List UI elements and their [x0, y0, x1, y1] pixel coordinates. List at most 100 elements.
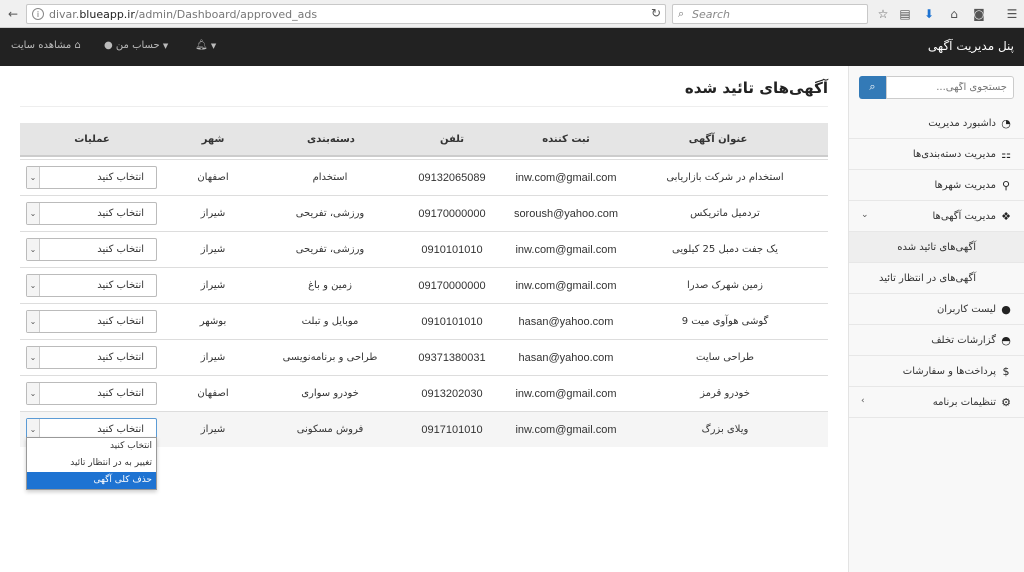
cell-category: استخدام	[312, 172, 348, 183]
chevron-down-icon: ⌄	[27, 275, 40, 296]
app-brand[interactable]: پنل مدیریت آگهی	[928, 39, 1014, 53]
cell-phone: 09170000000	[418, 208, 486, 220]
map-marker-icon: ⚲	[1001, 179, 1011, 192]
table-row: طراحی سایت hasan@yahoo.com 09371380031 طراح…	[20, 339, 828, 375]
search-button[interactable]: ⌕	[859, 76, 886, 99]
table-row: زمین شهرک صدرا inw.com@gmail.com 091700000…	[20, 267, 828, 303]
cell-category: خودرو سواری	[301, 388, 359, 399]
action-select[interactable]: ⌄ انتخاب کنید	[26, 274, 157, 297]
header-category: دسته‌بندی	[307, 134, 355, 145]
chevron-down-icon: ⌄	[27, 347, 40, 368]
sidebar-item-label: تنظیمات برنامه	[932, 397, 996, 408]
action-select-value: انتخاب کنید	[97, 244, 144, 255]
sidebar-item-reports[interactable]: ◓ گزارشات تخلف	[849, 325, 1024, 356]
dropdown-option-highlighted[interactable]: حذف کلی آگهی	[27, 472, 156, 489]
table-row: خودرو قرمز inw.com@gmail.com 0913202030 خود…	[20, 375, 828, 411]
action-select-value: انتخاب کنید	[97, 352, 144, 363]
search-icon: ⌕	[678, 7, 685, 20]
search-icon: ⌕	[869, 80, 876, 93]
home-icon[interactable]: ⌂	[945, 5, 963, 23]
header-submitter: ثبت کننده	[542, 134, 590, 145]
cell-title: زمین شهرک صدرا	[687, 280, 763, 291]
cell-city: شیراز	[200, 208, 226, 219]
cell-phone: 0910101010	[421, 316, 483, 328]
chevron-left-icon: ›	[861, 396, 865, 406]
my-account-dropdown[interactable]: ▼ حساب من ●	[104, 40, 168, 51]
cell-category: موبایل و تبلت	[301, 316, 359, 327]
sidebar-item-dashboard[interactable]: ◔ داشبورد مدیریت	[849, 108, 1024, 139]
cell-title: ویلای بزرگ	[701, 424, 749, 435]
action-select[interactable]: ⌄ انتخاب کنید	[26, 382, 157, 405]
cell-title: طراحی سایت	[696, 352, 754, 363]
sidebar-item-label: مدیریت آگهی‌ها	[932, 211, 997, 222]
sidebar-item-ads[interactable]: ❖ مدیریت آگهی‌ها ⌄	[849, 201, 1024, 232]
user-icon: ●	[1001, 303, 1011, 316]
cell-submitter: hasan@yahoo.com	[518, 316, 614, 328]
chevron-down-icon: ⌄	[27, 383, 40, 404]
sidebar-item-label: گزارشات تخلف	[931, 335, 996, 346]
notifications-dropdown[interactable]: ▼ 🔔︎	[195, 40, 216, 51]
reload-icon[interactable]: ↻	[651, 6, 661, 20]
sidebar-item-categories[interactable]: ⚏ مدیریت دسته‌بندی‌ها	[849, 139, 1024, 170]
cell-phone: 09371380031	[418, 352, 486, 364]
chevron-down-icon: ⌄	[27, 203, 40, 224]
cell-city: اصفهان	[197, 172, 229, 183]
sidebar-item-label: مدیریت دسته‌بندی‌ها	[912, 149, 996, 160]
action-select-value: انتخاب کنید	[97, 424, 144, 435]
sidebar-item-payments[interactable]: $ پرداخت‌ها و سفارشات	[849, 356, 1024, 387]
view-site-label: مشاهده سایت	[11, 40, 72, 51]
chevron-down-icon: ⌄	[861, 210, 869, 220]
chevron-down-icon: ⌄	[27, 311, 40, 332]
dropdown-option[interactable]: تغییر به در انتظار تائید	[27, 455, 156, 472]
browser-toolbar: ← i divar.blueapp.ir/admin/Dashboard/app…	[0, 0, 1024, 28]
bookmark-star-icon[interactable]: ☆	[874, 5, 892, 23]
browser-search-box[interactable]: ⌕ Search	[672, 4, 868, 24]
info-icon[interactable]: i	[32, 8, 44, 20]
header-title: عنوان آگهی	[688, 134, 748, 145]
address-bar[interactable]: i divar.blueapp.ir/admin/Dashboard/appro…	[26, 4, 666, 24]
cell-phone: 0913202030	[421, 388, 483, 400]
cell-title: استخدام در شرکت بازاریابی	[666, 172, 784, 183]
sidebar-search: ⌕	[859, 76, 1014, 99]
action-select[interactable]: ⌄ انتخاب کنید	[26, 346, 157, 369]
cell-submitter: inw.com@gmail.com	[515, 388, 617, 400]
back-icon[interactable]: ←	[4, 5, 22, 23]
app-top-navbar: پنل مدیریت آگهی ⌂ مشاهده سایت ▼ حساب من …	[0, 28, 1024, 66]
caret-down-icon: ▼	[210, 42, 217, 50]
cell-phone: 09170000000	[418, 280, 486, 292]
sidebar-item-pending-ads[interactable]: آگهی‌های در انتظار تائید	[849, 263, 1024, 294]
table-header: عنوان آگهی ثبت کننده تلفن دسته‌بندی شهر …	[20, 123, 828, 157]
cell-phone: 0910101010	[421, 244, 483, 256]
sidebar-item-users[interactable]: ● لیست کاربران	[849, 294, 1024, 325]
reading-list-icon[interactable]: ▤	[896, 5, 914, 23]
cell-city: شیراز	[200, 424, 226, 435]
view-site-link[interactable]: ⌂ مشاهده سایت	[11, 40, 81, 51]
table-row: یک جفت دمبل 25 کیلویی inw.com@gmail.com 09…	[20, 231, 828, 267]
menu-icon[interactable]: ☰	[1003, 5, 1021, 23]
action-select[interactable]: ⌄ انتخاب کنید	[26, 166, 157, 189]
action-select-value: انتخاب کنید	[97, 388, 144, 399]
cell-city: بوشهر	[199, 316, 227, 327]
caret-down-icon: ▼	[162, 42, 169, 50]
cell-city: شیراز	[200, 244, 226, 255]
download-icon[interactable]: ⬇	[920, 5, 938, 23]
sidebar-item-cities[interactable]: ⚲ مدیریت شهرها	[849, 170, 1024, 201]
cubes-icon: ❖	[1001, 210, 1011, 223]
cell-title: خودرو قرمز	[700, 388, 750, 399]
ad-search-input[interactable]	[886, 76, 1014, 99]
action-select[interactable]: ⌄ انتخاب کنید	[26, 310, 157, 333]
action-select[interactable]: ⌄ انتخاب کنید	[26, 238, 157, 261]
sitemap-icon: ⚏	[1001, 148, 1011, 161]
dropdown-option[interactable]: انتخاب کنید	[27, 438, 156, 455]
search-placeholder: Search	[692, 8, 731, 21]
header-phone: تلفن	[439, 134, 465, 145]
sidebar-item-label: آگهی‌های در انتظار تائید	[879, 273, 976, 284]
cell-submitter: hasan@yahoo.com	[518, 352, 614, 364]
sidebar-item-approved-ads[interactable]: آگهی‌های تائید شده	[849, 232, 1024, 263]
chevron-down-icon: ⌄	[27, 167, 40, 188]
sidebar-item-settings[interactable]: ⚙ تنظیمات برنامه ›	[849, 387, 1024, 418]
cell-submitter: inw.com@gmail.com	[515, 424, 617, 436]
action-select-value: انتخاب کنید	[97, 208, 144, 219]
action-select[interactable]: ⌄ انتخاب کنید	[26, 202, 157, 225]
pocket-icon[interactable]: ◙	[970, 5, 988, 23]
